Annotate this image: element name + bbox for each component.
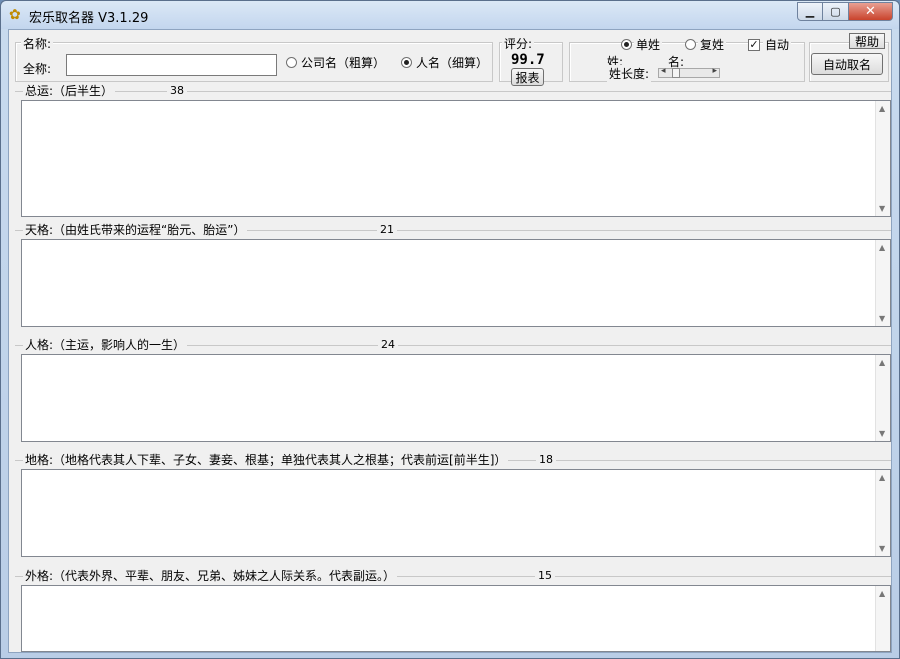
report-button[interactable]: 报表 bbox=[511, 68, 544, 86]
radio-company[interactable] bbox=[286, 57, 297, 68]
radio-person[interactable] bbox=[401, 57, 412, 68]
section-title-dige: 地格:（地格代表其人下辈、子女、妻妾、根基；单独代表其人之根基；代表前运[前半生… bbox=[23, 451, 509, 468]
maximize-icon: ▢ bbox=[830, 5, 841, 18]
check-icon: ✓ bbox=[749, 38, 759, 51]
slider-thumb[interactable] bbox=[672, 68, 680, 78]
app-logo-icon: ✿ bbox=[9, 7, 21, 23]
radio-single-surname-label: 单姓 bbox=[634, 36, 663, 53]
score-label: 评分: bbox=[502, 35, 535, 52]
score-value: 99.7 bbox=[511, 52, 545, 68]
auto-label: 自动 bbox=[763, 36, 792, 53]
memo-waige[interactable]: ▲ bbox=[21, 585, 891, 652]
memo-scrollbar[interactable]: ▲ ▼ bbox=[875, 355, 890, 441]
section-title-tiange: 天格:（由姓氏带来的运程“胎元、胎运”） bbox=[23, 221, 248, 238]
scroll-up-icon[interactable]: ▲ bbox=[879, 243, 885, 252]
radio-double-surname-label: 复姓 bbox=[698, 36, 727, 53]
surname-length-slider[interactable]: ◂ ▸ bbox=[658, 66, 720, 78]
section-value-renge: 24 bbox=[378, 338, 398, 351]
scroll-down-icon[interactable]: ▼ bbox=[879, 429, 885, 438]
section-value-waige: 15 bbox=[535, 569, 555, 582]
section-title-zongyun: 总运:（后半生） bbox=[23, 82, 116, 99]
section-value-zongyun: 38 bbox=[167, 84, 187, 97]
memo-scrollbar[interactable]: ▲ ▼ bbox=[875, 470, 890, 556]
full-name-input[interactable] bbox=[66, 54, 277, 76]
help-button[interactable]: 帮助 bbox=[849, 33, 885, 49]
window-title: 宏乐取名器 V3.1.29 bbox=[29, 11, 149, 26]
memo-scrollbar[interactable]: ▲ bbox=[875, 586, 890, 651]
radio-person-label: 人名（细算） bbox=[414, 54, 491, 71]
close-button[interactable]: ✕ bbox=[849, 2, 893, 21]
scroll-down-icon[interactable]: ▼ bbox=[879, 314, 885, 323]
memo-scrollbar[interactable]: ▲ ▼ bbox=[875, 240, 890, 326]
name-group-label: 名称: bbox=[21, 35, 54, 52]
memo-dige[interactable]: ▲ ▼ bbox=[21, 469, 891, 557]
title-bar[interactable]: ✿ 宏乐取名器 V3.1.29 ▁ ▢ ✕ bbox=[1, 1, 899, 29]
minimize-icon: ▁ bbox=[805, 5, 815, 18]
scroll-up-icon[interactable]: ▲ bbox=[879, 358, 885, 367]
radio-single-surname[interactable] bbox=[621, 39, 632, 50]
section-value-dige: 18 bbox=[536, 453, 556, 466]
section-title-renge: 人格:（主运，影响人的一生） bbox=[23, 336, 188, 353]
section-divider bbox=[15, 91, 891, 92]
radio-double-surname[interactable] bbox=[685, 39, 696, 50]
memo-scrollbar[interactable]: ▲ ▼ bbox=[875, 101, 890, 216]
scroll-up-icon[interactable]: ▲ bbox=[879, 473, 885, 482]
memo-tiange[interactable]: ▲ ▼ bbox=[21, 239, 891, 327]
maximize-button[interactable]: ▢ bbox=[823, 2, 849, 21]
auto-checkbox[interactable]: ✓ bbox=[748, 39, 760, 51]
slider-left-arrow-icon[interactable]: ◂ bbox=[661, 66, 666, 76]
scroll-down-icon[interactable]: ▼ bbox=[879, 204, 885, 213]
memo-zongyun[interactable]: ▲ ▼ bbox=[21, 100, 891, 217]
scroll-up-icon[interactable]: ▲ bbox=[879, 104, 885, 113]
section-title-waige: 外格:（代表外界、平辈、朋友、兄弟、姊妹之人际关系。代表副运。） bbox=[23, 567, 398, 584]
radio-company-label: 公司名（粗算） bbox=[299, 54, 388, 71]
section-value-tiange: 21 bbox=[377, 223, 397, 236]
memo-renge[interactable]: ▲ ▼ bbox=[21, 354, 891, 442]
full-name-label: 全称: bbox=[21, 60, 54, 77]
surname-length-label: 姓长度: bbox=[607, 65, 652, 82]
minimize-button[interactable]: ▁ bbox=[797, 2, 823, 21]
slider-right-arrow-icon[interactable]: ▸ bbox=[712, 66, 717, 76]
scroll-down-icon[interactable]: ▼ bbox=[879, 544, 885, 553]
close-icon: ✕ bbox=[865, 4, 876, 19]
client-area: 名称: 全称: 公司名（粗算） 人名（细算） 评分: 99.7 报表 单姓 复姓… bbox=[8, 29, 892, 653]
app-window: ✿ 宏乐取名器 V3.1.29 ▁ ▢ ✕ 名称: 全称: 公司名（粗算） 人名… bbox=[0, 0, 900, 659]
scroll-up-icon[interactable]: ▲ bbox=[879, 589, 885, 598]
window-controls: ▁ ▢ ✕ bbox=[797, 2, 893, 21]
auto-name-button[interactable]: 自动取名 bbox=[811, 53, 883, 75]
